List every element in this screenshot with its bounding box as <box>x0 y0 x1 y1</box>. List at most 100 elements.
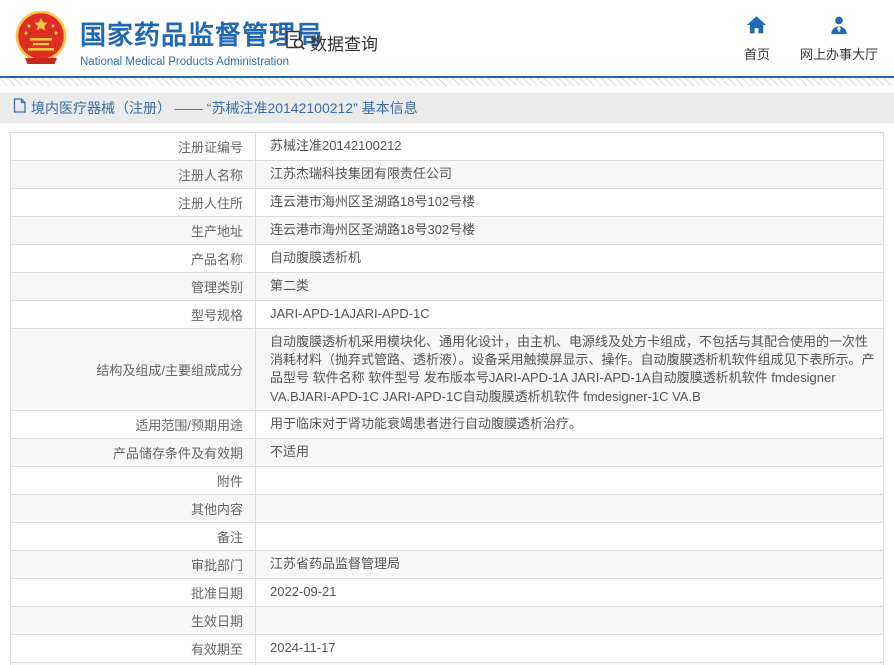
breadcrumb: 境内医疗器械（注册） —— “苏械注准20142100212” 基本信息 <box>0 93 894 123</box>
row-label-text: 其他内容 <box>190 501 243 517</box>
row-label: 其他内容 <box>10 493 256 523</box>
table-row: 其他内容 <box>10 493 884 523</box>
row-label-text: 注册人住所 <box>177 196 243 211</box>
table-row: 结构及组成/主要组成成分 自动腹膜透析机采用模块化、通用化设计，由主机、电源线及处… <box>10 328 884 411</box>
row-label-text: 有效期至 <box>190 641 243 657</box>
row-label: 批准日期 <box>10 577 256 607</box>
row-value: 不适用 <box>255 437 884 467</box>
row-label: 生产地址 <box>10 216 256 245</box>
row-label: 注册人住所 <box>10 188 256 217</box>
row-value: 连云港市海州区圣湖路18号302号楼 <box>255 216 884 245</box>
row-label-text: 生效日期 <box>190 613 243 629</box>
row-value-text: 不适用 <box>270 444 310 460</box>
table-row: 适用范围/预期用途 用于临床对于肾功能衰竭患者进行自动腹膜透析治疗。 <box>10 409 884 439</box>
row-value-text: 江苏省药品监督管理局 <box>270 556 401 572</box>
row-label-text: 适用范围/预期用途 <box>135 417 243 433</box>
row-value: 自动腹膜透析机采用模块化、通用化设计，由主机、电源线及处方卡组成，不包括与其配合… <box>255 328 884 411</box>
row-value-text: 第二类 <box>270 278 310 294</box>
row-value-text: 连云港市海州区圣湖路18号102号楼 <box>270 194 476 210</box>
row-value: 用于临床对于肾功能衰竭患者进行自动腹膜透析治疗。 <box>255 409 884 439</box>
nav-home[interactable]: 首页 <box>744 15 770 63</box>
row-label: 结构及组成/主要组成成分 <box>10 328 256 411</box>
row-value-text: 自动腹膜透析机 <box>270 250 362 266</box>
data-query-label: 数据查询 <box>310 35 378 54</box>
table-row: 注册证编号 苏械注准20142100212 <box>10 132 884 161</box>
row-label-text: 批准日期 <box>190 585 243 601</box>
row-value: 江苏省药品监督管理局 <box>255 549 884 579</box>
row-label: 审批部门 <box>10 549 256 579</box>
row-label-text: 产品储存条件及有效期 <box>112 445 243 461</box>
row-label: 注册人名称 <box>10 160 256 189</box>
breadcrumb-text: 境内医疗器械（注册） —— “苏械注准20142100212” 基本信息 <box>31 100 418 116</box>
table-row: 型号规格 JARI-APD-1AJARI-APD-1C <box>10 300 884 329</box>
row-label: 型号规格 <box>10 300 256 329</box>
row-label-text: 产品名称 <box>190 252 243 267</box>
table-row: 批准日期 2022-09-21 <box>10 577 884 607</box>
row-label: 管理类别 <box>10 272 256 301</box>
row-label: 产品名称 <box>10 244 256 273</box>
row-label: 注册证编号 <box>10 132 256 161</box>
row-label: 备注 <box>10 521 256 551</box>
table-row: 注册人名称 江苏杰瑞科技集团有限责任公司 <box>10 160 884 189</box>
header-nav: 首页 网上办事大厅 <box>744 15 878 63</box>
table-row: 生效日期 <box>10 605 884 635</box>
user-icon <box>829 15 849 40</box>
site-header: 国家药品监督管理局 National Medical Products Admi… <box>0 0 894 76</box>
row-value-text: 2024-11-17 <box>270 640 336 656</box>
row-value-text: 自动腹膜透析机采用模块化、通用化设计，由主机、电源线及处方卡组成，不包括与其配合… <box>270 334 875 404</box>
table-row: 管理类别 第二类 <box>10 272 884 301</box>
hatch-stripe <box>0 78 894 86</box>
row-label-text: 注册证编号 <box>177 140 243 155</box>
row-value: 连云港市海州区圣湖路18号102号楼 <box>255 188 884 217</box>
row-value: 第二类 <box>255 272 884 301</box>
row-label-text: 结构及组成/主要组成成分 <box>96 362 243 378</box>
row-label-text: 附件 <box>216 473 243 489</box>
row-value: 2024-11-17 <box>255 633 884 663</box>
home-icon <box>746 15 767 40</box>
row-value: 苏械注准20142100212 <box>255 132 884 161</box>
row-label: 有效期至 <box>10 633 256 663</box>
row-value: 江苏杰瑞科技集团有限责任公司 <box>255 160 884 189</box>
table-row: 产品储存条件及有效期 不适用 <box>10 437 884 467</box>
table-row: 审批部门 江苏省药品监督管理局 <box>10 549 884 579</box>
national-emblem-logo <box>12 9 70 67</box>
row-value <box>255 521 884 551</box>
nav-service-hall[interactable]: 网上办事大厅 <box>800 15 878 63</box>
row-value <box>255 465 884 495</box>
row-label-text: 管理类别 <box>190 280 243 295</box>
nav-service-hall-label: 网上办事大厅 <box>799 47 878 62</box>
row-label-text: 注册人名称 <box>177 168 243 183</box>
row-label: 适用范围/预期用途 <box>10 409 256 439</box>
table-row: 产品名称 自动腹膜透析机 <box>10 244 884 273</box>
data-query-section[interactable]: 数据查询 <box>283 28 378 57</box>
row-value <box>255 493 884 523</box>
row-value: 自动腹膜透析机 <box>255 244 884 273</box>
row-value-text: 苏械注准20142100212 <box>270 138 402 154</box>
row-label: 附件 <box>10 465 256 495</box>
nav-home-label: 首页 <box>743 47 770 62</box>
site-subtitle: National Medical Products Administration <box>80 56 290 68</box>
row-value-text: 2022-09-21 <box>270 584 337 600</box>
data-query-icon <box>283 28 307 57</box>
document-icon <box>13 98 26 118</box>
table-row: 注册人住所 连云港市海州区圣湖路18号102号楼 <box>10 188 884 217</box>
row-value-text: 江苏杰瑞科技集团有限责任公司 <box>270 166 453 182</box>
table-row: 附件 <box>10 465 884 495</box>
row-value-text: JARI-APD-1AJARI-APD-1C <box>270 306 430 322</box>
table-row: 有效期至 2024-11-17 <box>10 633 884 663</box>
info-table: 注册证编号 苏械注准20142100212 注册人名称 江苏杰瑞科技集团有限责任公司注… <box>10 132 884 665</box>
row-label-text: 型号规格 <box>190 308 243 323</box>
row-value-text: 用于临床对于肾功能衰竭患者进行自动腹膜透析治疗。 <box>270 416 583 432</box>
info-table-body: 注册证编号 苏械注准20142100212 注册人名称 江苏杰瑞科技集团有限责任公司注… <box>10 132 884 665</box>
row-value: JARI-APD-1AJARI-APD-1C <box>255 300 884 329</box>
table-row: 生产地址 连云港市海州区圣湖路18号302号楼 <box>10 216 884 245</box>
row-label-text: 审批部门 <box>190 557 243 573</box>
row-value-text: 连云港市海州区圣湖路18号302号楼 <box>270 222 476 238</box>
row-label: 产品储存条件及有效期 <box>10 437 256 467</box>
row-label-text: 备注 <box>216 529 243 545</box>
table-row: 备注 <box>10 521 884 551</box>
row-value <box>255 605 884 635</box>
row-label: 生效日期 <box>10 605 256 635</box>
row-label-text: 生产地址 <box>190 224 243 239</box>
row-value: 2022-09-21 <box>255 577 884 607</box>
